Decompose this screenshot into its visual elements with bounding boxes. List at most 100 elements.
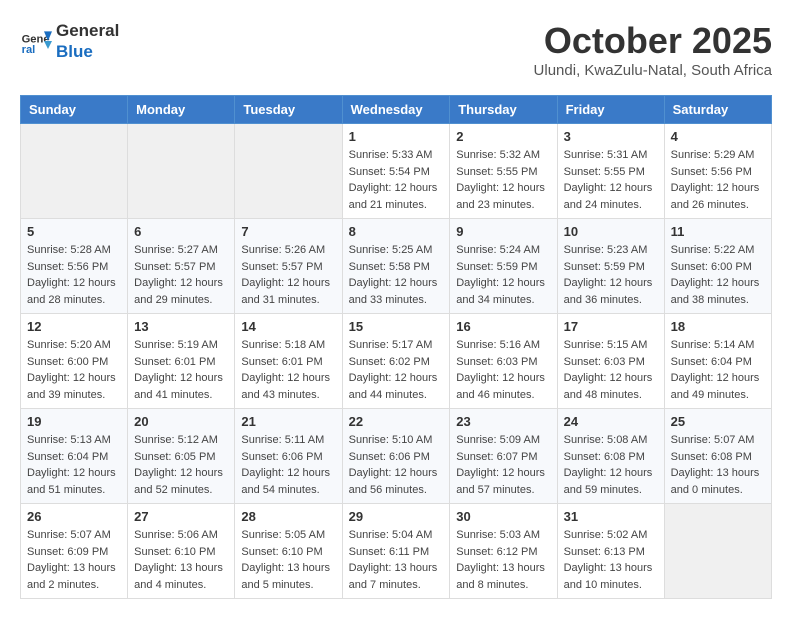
- calendar-cell: 30 Sunrise: 5:03 AM Sunset: 6:12 PM Dayli…: [450, 504, 557, 599]
- day-number: 31: [564, 509, 658, 524]
- logo-icon: Gene ral: [20, 25, 52, 57]
- day-number: 13: [134, 319, 228, 334]
- calendar-cell: 29 Sunrise: 5:04 AM Sunset: 6:11 PM Dayli…: [342, 504, 450, 599]
- day-number: 7: [241, 224, 335, 239]
- calendar-cell: 31 Sunrise: 5:02 AM Sunset: 6:13 PM Dayli…: [557, 504, 664, 599]
- day-number: 30: [456, 509, 550, 524]
- calendar-header-tuesday: Tuesday: [235, 96, 342, 124]
- day-number: 3: [564, 129, 658, 144]
- calendar-cell: 22 Sunrise: 5:10 AM Sunset: 6:06 PM Dayli…: [342, 409, 450, 504]
- calendar-cell: 1 Sunrise: 5:33 AM Sunset: 5:54 PM Daylig…: [342, 124, 450, 219]
- calendar-cell: 8 Sunrise: 5:25 AM Sunset: 5:58 PM Daylig…: [342, 219, 450, 314]
- calendar-header-sunday: Sunday: [21, 96, 128, 124]
- calendar-table: SundayMondayTuesdayWednesdayThursdayFrid…: [20, 95, 772, 599]
- day-info: Sunrise: 5:02 AM Sunset: 6:13 PM Dayligh…: [564, 527, 658, 593]
- calendar-cell: 2Sunrise: 5:32 AM Sunset: 5:55 PM Daylig…: [450, 124, 557, 219]
- day-info: Sunrise: 5:27 AM Sunset: 5:57 PM Dayligh…: [134, 242, 228, 308]
- day-info: Sunrise: 5:16 AM Sunset: 6:03 PM Dayligh…: [456, 337, 550, 403]
- day-number: 18: [671, 319, 765, 334]
- day-info: Sunrise: 5:12 AM Sunset: 6:05 PM Dayligh…: [134, 432, 228, 498]
- day-number: 24: [564, 414, 658, 429]
- day-info: Sunrise: 5:10 AM Sunset: 6:06 PM Dayligh…: [349, 432, 444, 498]
- day-number: 19: [27, 414, 121, 429]
- day-number: 1: [349, 129, 444, 144]
- day-info: Sunrise: 5:26 AM Sunset: 5:57 PM Dayligh…: [241, 242, 335, 308]
- calendar-header-friday: Friday: [557, 96, 664, 124]
- day-number: 11: [671, 224, 765, 239]
- day-info: Sunrise: 5:25 AM Sunset: 5:58 PM Dayligh…: [349, 242, 444, 308]
- calendar-cell: 13Sunrise: 5:19 AM Sunset: 6:01 PM Dayli…: [128, 314, 235, 409]
- calendar-cell: 20 Sunrise: 5:12 AM Sunset: 6:05 PM Dayli…: [128, 409, 235, 504]
- calendar-header-wednesday: Wednesday: [342, 96, 450, 124]
- day-number: 6: [134, 224, 228, 239]
- calendar-cell: [128, 124, 235, 219]
- day-info: Sunrise: 5:09 AM Sunset: 6:07 PM Dayligh…: [456, 432, 550, 498]
- calendar-cell: [235, 124, 342, 219]
- day-number: 20: [134, 414, 228, 429]
- day-info: Sunrise: 5:15 AM Sunset: 6:03 PM Dayligh…: [564, 337, 658, 403]
- calendar-header-thursday: Thursday: [450, 96, 557, 124]
- calendar-cell: 26 Sunrise: 5:07 AM Sunset: 6:09 PM Dayli…: [21, 504, 128, 599]
- calendar-cell: 17 Sunrise: 5:15 AM Sunset: 6:03 PM Dayli…: [557, 314, 664, 409]
- calendar-header-monday: Monday: [128, 96, 235, 124]
- day-info: Sunrise: 5:22 AM Sunset: 6:00 PM Dayligh…: [671, 242, 765, 308]
- day-number: 23: [456, 414, 550, 429]
- day-number: 10: [564, 224, 658, 239]
- day-info: Sunrise: 5:11 AM Sunset: 6:06 PM Dayligh…: [241, 432, 335, 498]
- logo-general: General: [56, 21, 119, 40]
- calendar-cell: 23 Sunrise: 5:09 AM Sunset: 6:07 PM Dayli…: [450, 409, 557, 504]
- calendar-cell: 16Sunrise: 5:16 AM Sunset: 6:03 PM Dayli…: [450, 314, 557, 409]
- calendar-cell: 5Sunrise: 5:28 AM Sunset: 5:56 PM Daylig…: [21, 219, 128, 314]
- calendar-week-row: 19Sunrise: 5:13 AM Sunset: 6:04 PM Dayli…: [21, 409, 772, 504]
- day-number: 22: [349, 414, 444, 429]
- day-number: 12: [27, 319, 121, 334]
- calendar-cell: [21, 124, 128, 219]
- calendar-week-row: 1 Sunrise: 5:33 AM Sunset: 5:54 PM Daylig…: [21, 124, 772, 219]
- page-header: Gene ral General Blue October 2025 Ulund…: [20, 20, 772, 79]
- day-number: 8: [349, 224, 444, 239]
- title-block: October 2025 Ulundi, KwaZulu-Natal, Sout…: [534, 20, 772, 79]
- day-info: Sunrise: 5:14 AM Sunset: 6:04 PM Dayligh…: [671, 337, 765, 403]
- day-number: 21: [241, 414, 335, 429]
- day-number: 17: [564, 319, 658, 334]
- month-title: October 2025: [534, 20, 772, 62]
- calendar-cell: 6 Sunrise: 5:27 AM Sunset: 5:57 PM Daylig…: [128, 219, 235, 314]
- calendar-cell: 3Sunrise: 5:31 AM Sunset: 5:55 PM Daylig…: [557, 124, 664, 219]
- logo: Gene ral General Blue: [20, 20, 119, 62]
- day-info: Sunrise: 5:33 AM Sunset: 5:54 PM Dayligh…: [349, 147, 444, 213]
- calendar-cell: 15 Sunrise: 5:17 AM Sunset: 6:02 PM Dayli…: [342, 314, 450, 409]
- day-info: Sunrise: 5:17 AM Sunset: 6:02 PM Dayligh…: [349, 337, 444, 403]
- day-info: Sunrise: 5:28 AM Sunset: 5:56 PM Dayligh…: [27, 242, 121, 308]
- calendar-week-row: 12Sunrise: 5:20 AM Sunset: 6:00 PM Dayli…: [21, 314, 772, 409]
- day-info: Sunrise: 5:07 AM Sunset: 6:08 PM Dayligh…: [671, 432, 765, 498]
- calendar-cell: 11 Sunrise: 5:22 AM Sunset: 6:00 PM Dayli…: [664, 219, 771, 314]
- calendar-cell: 25 Sunrise: 5:07 AM Sunset: 6:08 PM Dayli…: [664, 409, 771, 504]
- calendar-header-row: SundayMondayTuesdayWednesdayThursdayFrid…: [21, 96, 772, 124]
- calendar-header-saturday: Saturday: [664, 96, 771, 124]
- svg-text:ral: ral: [22, 44, 36, 56]
- location: Ulundi, KwaZulu-Natal, South Africa: [534, 62, 772, 79]
- day-info: Sunrise: 5:29 AM Sunset: 5:56 PM Dayligh…: [671, 147, 765, 213]
- calendar-week-row: 5Sunrise: 5:28 AM Sunset: 5:56 PM Daylig…: [21, 219, 772, 314]
- day-info: Sunrise: 5:08 AM Sunset: 6:08 PM Dayligh…: [564, 432, 658, 498]
- day-info: Sunrise: 5:23 AM Sunset: 5:59 PM Dayligh…: [564, 242, 658, 308]
- day-info: Sunrise: 5:07 AM Sunset: 6:09 PM Dayligh…: [27, 527, 121, 593]
- calendar-cell: 28Sunrise: 5:05 AM Sunset: 6:10 PM Dayli…: [235, 504, 342, 599]
- day-info: Sunrise: 5:24 AM Sunset: 5:59 PM Dayligh…: [456, 242, 550, 308]
- day-number: 26: [27, 509, 121, 524]
- day-info: Sunrise: 5:18 AM Sunset: 6:01 PM Dayligh…: [241, 337, 335, 403]
- day-number: 27: [134, 509, 228, 524]
- logo-blue: Blue: [56, 42, 93, 61]
- day-info: Sunrise: 5:04 AM Sunset: 6:11 PM Dayligh…: [349, 527, 444, 593]
- calendar-cell: 9Sunrise: 5:24 AM Sunset: 5:59 PM Daylig…: [450, 219, 557, 314]
- calendar-cell: 14Sunrise: 5:18 AM Sunset: 6:01 PM Dayli…: [235, 314, 342, 409]
- day-info: Sunrise: 5:03 AM Sunset: 6:12 PM Dayligh…: [456, 527, 550, 593]
- calendar-cell: 21 Sunrise: 5:11 AM Sunset: 6:06 PM Dayli…: [235, 409, 342, 504]
- day-number: 15: [349, 319, 444, 334]
- day-number: 2: [456, 129, 550, 144]
- calendar-cell: 10 Sunrise: 5:23 AM Sunset: 5:59 PM Dayli…: [557, 219, 664, 314]
- day-number: 29: [349, 509, 444, 524]
- calendar-cell: 19Sunrise: 5:13 AM Sunset: 6:04 PM Dayli…: [21, 409, 128, 504]
- day-info: Sunrise: 5:06 AM Sunset: 6:10 PM Dayligh…: [134, 527, 228, 593]
- day-number: 25: [671, 414, 765, 429]
